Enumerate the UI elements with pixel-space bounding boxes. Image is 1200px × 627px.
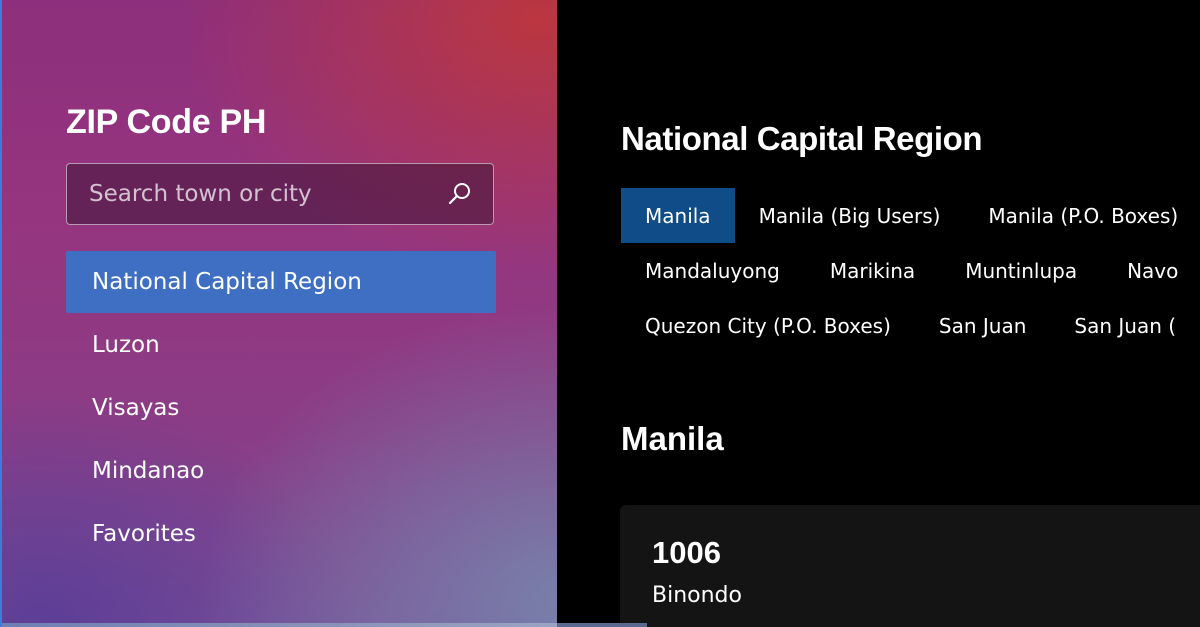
region-nav: National Capital Region Luzon Visayas Mi… [66, 251, 496, 566]
search-icon[interactable] [445, 179, 475, 209]
nav-item-luzon[interactable]: Luzon [66, 314, 496, 376]
search-input[interactable] [67, 164, 445, 224]
city-tab-mandaluyong[interactable]: Mandaluyong [621, 243, 804, 298]
nav-item-label: Luzon [92, 332, 160, 358]
city-tab-marikina[interactable]: Marikina [804, 243, 939, 298]
nav-item-favorites[interactable]: Favorites [66, 503, 496, 565]
city-tab-row: Mandaluyong Marikina Muntinlupa Navo [621, 243, 1200, 298]
sidebar-bottom-edge [2, 623, 557, 627]
city-tab-navotas[interactable]: Navo [1101, 243, 1200, 298]
region-title: National Capital Region [621, 120, 983, 157]
nav-item-visayas[interactable]: Visayas [66, 377, 496, 439]
city-tab-san-juan[interactable]: San Juan [915, 298, 1051, 353]
app-title: ZIP Code PH [66, 103, 267, 141]
nav-item-national-capital-region[interactable]: National Capital Region [66, 251, 496, 313]
search-box[interactable] [66, 163, 494, 225]
zip-place: Binondo [652, 583, 742, 608]
zip-code: 1006 [652, 535, 721, 570]
main-content: National Capital Region Manila Manila (B… [557, 0, 1200, 627]
main-bottom-edge [557, 623, 647, 627]
nav-item-mindanao[interactable]: Mindanao [66, 440, 496, 502]
nav-item-label: Mindanao [92, 458, 205, 484]
city-tab-manila-big-users[interactable]: Manila (Big Users) [735, 188, 965, 243]
nav-item-label: National Capital Region [92, 269, 362, 295]
city-tab-manila-po-boxes[interactable]: Manila (P.O. Boxes) [964, 188, 1200, 243]
city-tabs: Manila Manila (Big Users) Manila (P.O. B… [621, 188, 1200, 353]
city-tab-row: Quezon City (P.O. Boxes) San Juan San Ju… [621, 298, 1200, 353]
nav-item-label: Favorites [92, 521, 196, 547]
city-tab-quezon-city-po-boxes[interactable]: Quezon City (P.O. Boxes) [621, 298, 915, 353]
city-tab-muntinlupa[interactable]: Muntinlupa [939, 243, 1101, 298]
app-window: ZIP Code PH National Capital Region Luzo… [0, 0, 1200, 627]
sidebar: ZIP Code PH National Capital Region Luzo… [0, 0, 557, 627]
city-tab-manila[interactable]: Manila [621, 188, 735, 243]
city-tab-san-juan-more[interactable]: San Juan ( [1050, 298, 1200, 353]
zip-card[interactable]: 1006 Binondo [620, 505, 1200, 627]
nav-item-label: Visayas [92, 395, 180, 421]
section-title: Manila [621, 420, 724, 457]
city-tab-row: Manila Manila (Big Users) Manila (P.O. B… [621, 188, 1200, 243]
